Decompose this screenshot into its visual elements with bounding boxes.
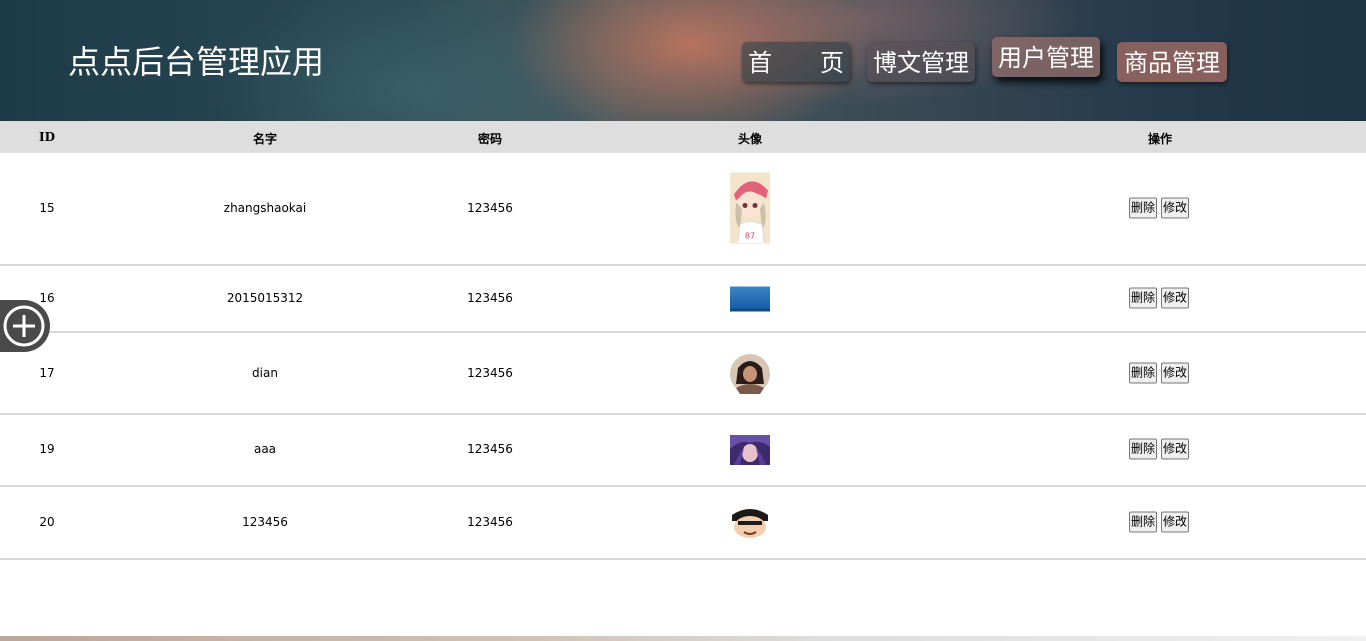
column-header-actions: 操作 [1147,132,1173,146]
table-header: ID 名字 密码 头像 操作 [0,121,1366,153]
cell-password: 123456 [467,515,513,529]
table-row: 20 123456 123456 删除 修改 [0,487,1366,560]
app-header: 点点后台管理应用 首 页 博文管理 用户管理 商品管理 [0,0,1366,121]
cell-password: 123456 [467,366,513,380]
delete-button[interactable]: 删除 [1129,287,1158,309]
delete-button[interactable]: 删除 [1129,197,1158,219]
blue-banner-avatar [730,286,770,312]
nav-blog-management-button[interactable]: 博文管理 [867,42,975,82]
edit-button[interactable]: 修改 [1161,511,1190,533]
cartoon-girl-avatar: 87 [730,172,770,244]
user-table: ID 名字 密码 头像 操作 15 zhangshaokai 123456 87… [0,121,1366,560]
cell-id: 20 [39,515,55,529]
edit-button[interactable]: 修改 [1161,287,1190,309]
cell-password: 123456 [467,291,513,305]
edit-button[interactable]: 修改 [1161,197,1190,219]
table-row: 16 2015015312 123456 删除 修改 [0,266,1366,333]
column-header-password: 密码 [477,132,503,146]
cell-name: zhangshaokai [223,201,307,215]
row-actions: 删除 修改 [1129,362,1190,384]
table-row: 17 dian 123456 删除 修改 [0,333,1366,415]
nav-user-management-button[interactable]: 用户管理 [992,37,1100,77]
cell-name: aaa [253,442,277,456]
round-photo-avatar [730,354,770,394]
nav-home-button[interactable]: 首 页 [742,42,850,82]
row-actions: 删除 修改 [1129,438,1190,460]
cartoon-face-avatar [730,507,770,539]
table-row: 15 zhangshaokai 123456 87 删除 修改 [0,153,1366,266]
background-strip [0,636,1366,641]
row-actions: 删除 修改 [1129,197,1190,219]
delete-button[interactable]: 删除 [1129,511,1158,533]
plus-circle-icon [3,305,45,347]
cell-id: 19 [39,442,55,456]
table-row: 19 aaa 123456 删除 修改 [0,415,1366,487]
edit-button[interactable]: 修改 [1161,362,1190,384]
cell-password: 123456 [467,442,513,456]
cell-password: 123456 [467,201,513,215]
cell-name: dian [252,366,278,380]
column-header-id: ID [38,130,56,144]
delete-button[interactable]: 删除 [1129,362,1158,384]
nav-goods-management-button[interactable]: 商品管理 [1117,42,1227,82]
column-header-name: 名字 [252,132,278,146]
anime-purple-avatar [730,435,770,465]
add-button[interactable] [0,300,50,352]
row-actions: 删除 修改 [1129,287,1190,309]
delete-button[interactable]: 删除 [1129,438,1158,460]
cell-name: 123456 [242,515,288,529]
edit-button[interactable]: 修改 [1161,438,1190,460]
cell-name: 2015015312 [226,291,304,305]
app-title: 点点后台管理应用 [68,43,325,81]
row-actions: 删除 修改 [1129,511,1190,533]
column-header-avatar: 头像 [737,132,763,146]
svg-text:87: 87 [745,232,755,241]
cell-id: 17 [39,366,55,380]
cell-id: 15 [39,201,55,215]
